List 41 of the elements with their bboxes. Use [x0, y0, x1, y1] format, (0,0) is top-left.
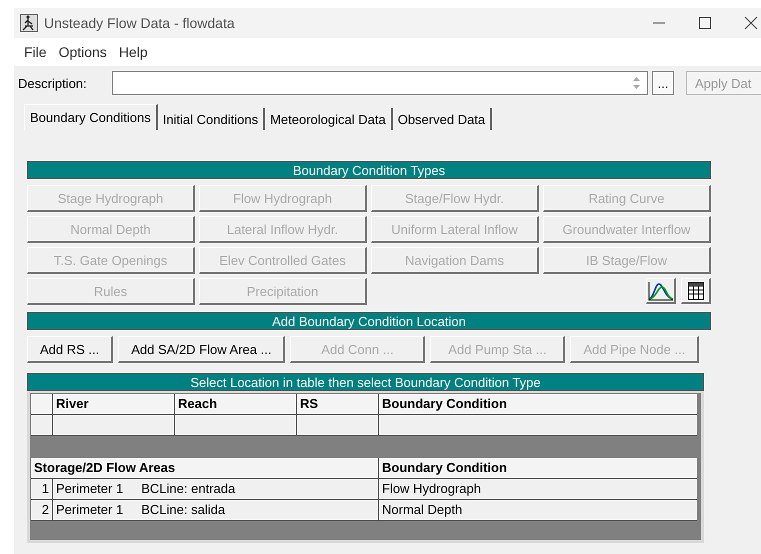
section-header: Add Boundary Condition Location	[27, 312, 711, 330]
table-cell: Perimeter 1 BCLine: entrada	[53, 479, 379, 500]
tab[interactable]: Meteorological Data	[265, 108, 393, 130]
table-cell[interactable]: Normal Depth	[379, 500, 697, 521]
column-header: Boundary Condition	[379, 394, 697, 415]
row-header-cell	[31, 415, 53, 436]
table-cell[interactable]	[297, 415, 379, 436]
table-cell[interactable]	[53, 415, 175, 436]
description-field[interactable]	[112, 71, 648, 95]
close-icon[interactable]	[744, 16, 758, 30]
menu-item[interactable]: Help	[112, 44, 154, 60]
table-icon	[688, 282, 704, 300]
tab[interactable]: Initial Conditions	[158, 108, 266, 130]
browse-button[interactable]: ...	[652, 71, 674, 95]
table-cell[interactable]	[175, 415, 297, 436]
column-header: Storage/2D Flow Areas	[31, 458, 379, 479]
app-icon	[20, 14, 38, 32]
table-cell[interactable]: Flow Hydrograph	[379, 479, 697, 500]
section-header: Boundary Condition Types	[27, 161, 711, 179]
menu-item[interactable]: File	[18, 44, 53, 60]
column-header: Reach	[175, 394, 297, 415]
description-label: Description:	[18, 76, 88, 90]
plot-button[interactable]	[646, 278, 676, 304]
column-header: RS	[297, 394, 379, 415]
table-header: Select Location in table then select Boundary Condition Type	[27, 373, 704, 391]
row-number: 2	[31, 500, 53, 521]
row-number: 1	[31, 479, 53, 500]
add-location-button[interactable]: Add SA/2D Flow Area ...	[118, 336, 286, 363]
maximize-icon[interactable]	[698, 16, 712, 30]
column-header: Boundary Condition	[379, 458, 697, 479]
add-location-button[interactable]: Add RS ...	[27, 336, 114, 363]
window-title: Unsteady Flow Data - flowdata	[44, 15, 235, 31]
table-button[interactable]	[681, 278, 711, 304]
table-cell: Perimeter 1 BCLine: salida	[53, 500, 379, 521]
curve-chart-icon	[648, 280, 674, 300]
tab[interactable]: Observed Data	[392, 108, 492, 130]
column-header: River	[53, 394, 175, 415]
menu-item[interactable]: Options	[52, 44, 113, 60]
tab[interactable]: Boundary Conditions	[24, 104, 158, 130]
table-cell[interactable]	[379, 415, 697, 436]
row-header-cell	[31, 394, 53, 415]
